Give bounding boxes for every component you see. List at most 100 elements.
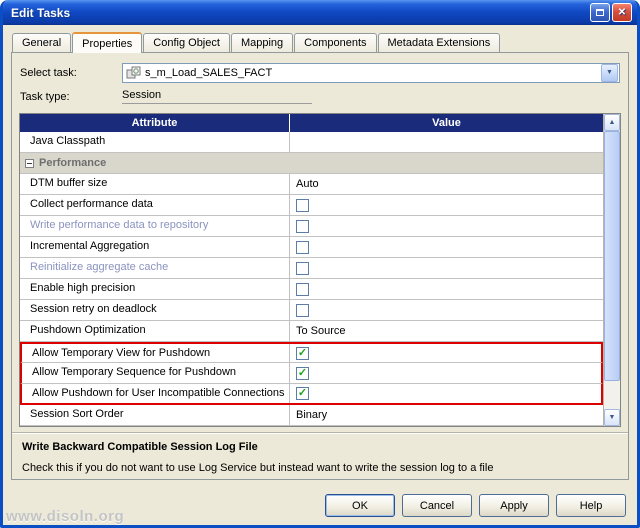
- select-task-combobox[interactable]: s_m_Load_SALES_FACT ▼: [122, 62, 620, 83]
- task-type-label: Task type:: [20, 90, 70, 103]
- table-row[interactable]: Session retry on deadlock: [20, 300, 603, 321]
- checkbox[interactable]: [296, 282, 309, 296]
- tab-metadata-extensions[interactable]: Metadata Extensions: [377, 33, 501, 52]
- value-cell: [290, 195, 603, 215]
- value-column-header[interactable]: Value: [290, 114, 603, 132]
- attribute-label: Allow Temporary Sequence for Pushdown: [22, 363, 290, 383]
- select-task-value: s_m_Load_SALES_FACT: [145, 66, 273, 79]
- table-header-row: Attribute Value: [20, 114, 603, 132]
- attribute-label: Enable high precision: [20, 279, 290, 299]
- select-task-row: Select task: s_m_Load_SALES_FACT ▼: [20, 60, 620, 85]
- attributes-table-body: Attribute Value Java Classpath Performanc…: [20, 114, 603, 426]
- attribute-label: Pushdown Optimization: [20, 321, 290, 341]
- value-cell: [290, 279, 603, 299]
- value-cell: ✓: [290, 344, 601, 362]
- checkbox[interactable]: [296, 198, 309, 212]
- value-cell[interactable]: Auto: [290, 174, 603, 194]
- checkbox[interactable]: [296, 303, 309, 317]
- attribute-label: Session Sort Order: [20, 405, 290, 425]
- select-task-label: Select task:: [20, 66, 77, 79]
- description-title: Write Backward Compatible Session Log Fi…: [22, 441, 258, 453]
- combo-dropdown-button[interactable]: ▼: [601, 63, 618, 82]
- cancel-button[interactable]: Cancel: [402, 494, 472, 517]
- table-row[interactable]: Allow Temporary Sequence for Pushdown ✓: [20, 363, 603, 384]
- value-cell: [290, 237, 603, 257]
- title-bar[interactable]: Edit Tasks ✕: [3, 0, 637, 25]
- attribute-label: Java Classpath: [20, 132, 290, 152]
- attribute-label: Write performance data to repository: [20, 216, 290, 236]
- value-text: To Source: [296, 324, 346, 337]
- attribute-label: Allow Temporary View for Pushdown: [22, 344, 290, 362]
- tab-mapping[interactable]: Mapping: [230, 33, 294, 52]
- maximize-button[interactable]: [590, 3, 610, 22]
- table-row[interactable]: Pushdown Optimization To Source: [20, 321, 603, 342]
- value-text: Auto: [296, 177, 319, 190]
- attribute-label: DTM buffer size: [20, 174, 290, 194]
- table-row[interactable]: Session Sort Order Binary: [20, 405, 603, 426]
- table-rows: Java Classpath Performance DTM buffer size…: [20, 132, 603, 426]
- value-cell: [290, 216, 603, 236]
- checkbox[interactable]: ✓: [296, 346, 309, 360]
- table-row[interactable]: Allow Pushdown for User Incompatible Con…: [20, 384, 603, 405]
- tab-config-object[interactable]: Config Object: [143, 33, 230, 52]
- value-text: Binary: [296, 408, 328, 421]
- checkbox[interactable]: ✓: [296, 387, 309, 400]
- help-button[interactable]: Help: [556, 494, 626, 517]
- attribute-label: Incremental Aggregation: [20, 237, 290, 257]
- table-row[interactable]: Enable high precision: [20, 279, 603, 300]
- scroll-up-button[interactable]: ▲: [604, 114, 620, 131]
- group-label: Performance: [39, 157, 107, 169]
- table-row[interactable]: Incremental Aggregation: [20, 237, 603, 258]
- scroll-up-icon: ▲: [608, 119, 616, 126]
- tab-properties[interactable]: Properties: [72, 32, 143, 53]
- value-cell: [290, 300, 603, 320]
- scroll-down-button[interactable]: ▼: [604, 409, 620, 426]
- ok-button[interactable]: OK: [325, 494, 395, 517]
- table-row[interactable]: DTM buffer size Auto: [20, 174, 603, 195]
- properties-tab-pane: Select task: s_m_Load_SALES_FACT ▼ Task …: [11, 52, 629, 480]
- attribute-column-header[interactable]: Attribute: [20, 114, 290, 132]
- apply-button[interactable]: Apply: [479, 494, 549, 517]
- checkbox[interactable]: [296, 261, 309, 275]
- close-button[interactable]: ✕: [612, 3, 632, 22]
- maximize-icon: [596, 9, 604, 16]
- edit-tasks-dialog: Edit Tasks ✕ General Properties Config Obj…: [0, 0, 640, 528]
- value-cell: [290, 132, 603, 152]
- checkbox[interactable]: ✓: [296, 366, 309, 380]
- attribute-label: Reinitialize aggregate cache: [20, 258, 290, 278]
- value-cell: ✓: [290, 363, 601, 383]
- value-cell: ✓: [290, 384, 601, 403]
- vertical-scrollbar[interactable]: ▲ ▼: [603, 114, 620, 426]
- value-cell[interactable]: To Source: [290, 321, 603, 341]
- attribute-description: Write Backward Compatible Session Log Fi…: [12, 432, 628, 474]
- description-text: Check this if you do not want to use Log…: [22, 462, 494, 474]
- scroll-down-icon: ▼: [608, 414, 616, 421]
- window-title: Edit Tasks: [11, 5, 71, 20]
- chevron-down-icon: ▼: [606, 69, 613, 76]
- table-row[interactable]: Java Classpath: [20, 132, 603, 153]
- value-cell: [290, 258, 603, 278]
- task-type-value: Session: [122, 89, 312, 104]
- group-row-performance[interactable]: Performance: [20, 153, 603, 174]
- close-icon: ✕: [617, 7, 627, 18]
- table-row[interactable]: Write performance data to repository: [20, 216, 603, 237]
- dialog-buttons: OK Cancel Apply Help: [325, 494, 626, 517]
- scrollbar-thumb[interactable]: [604, 131, 620, 381]
- tab-components[interactable]: Components: [294, 33, 377, 52]
- tab-general[interactable]: General: [12, 33, 72, 52]
- checkbox[interactable]: [296, 219, 309, 233]
- watermark: www.disoln.org: [6, 508, 125, 525]
- table-row[interactable]: Collect performance data: [20, 195, 603, 216]
- table-row[interactable]: Allow Temporary View for Pushdown ✓: [20, 342, 603, 363]
- checkbox[interactable]: [296, 240, 309, 254]
- attributes-table: Attribute Value Java Classpath Performanc…: [19, 113, 621, 427]
- task-type-row: Task type: Session: [20, 85, 620, 108]
- attribute-label: Session retry on deadlock: [20, 300, 290, 320]
- value-cell[interactable]: Binary: [290, 405, 603, 425]
- session-task-icon: [126, 66, 142, 80]
- collapse-minus-icon[interactable]: [25, 158, 34, 168]
- table-row[interactable]: Reinitialize aggregate cache: [20, 258, 603, 279]
- attribute-label: Allow Pushdown for User Incompatible Con…: [22, 384, 290, 403]
- task-form: Select task: s_m_Load_SALES_FACT ▼ Task …: [12, 53, 628, 111]
- tab-strip: General Properties Config Object Mapping Com…: [3, 25, 637, 53]
